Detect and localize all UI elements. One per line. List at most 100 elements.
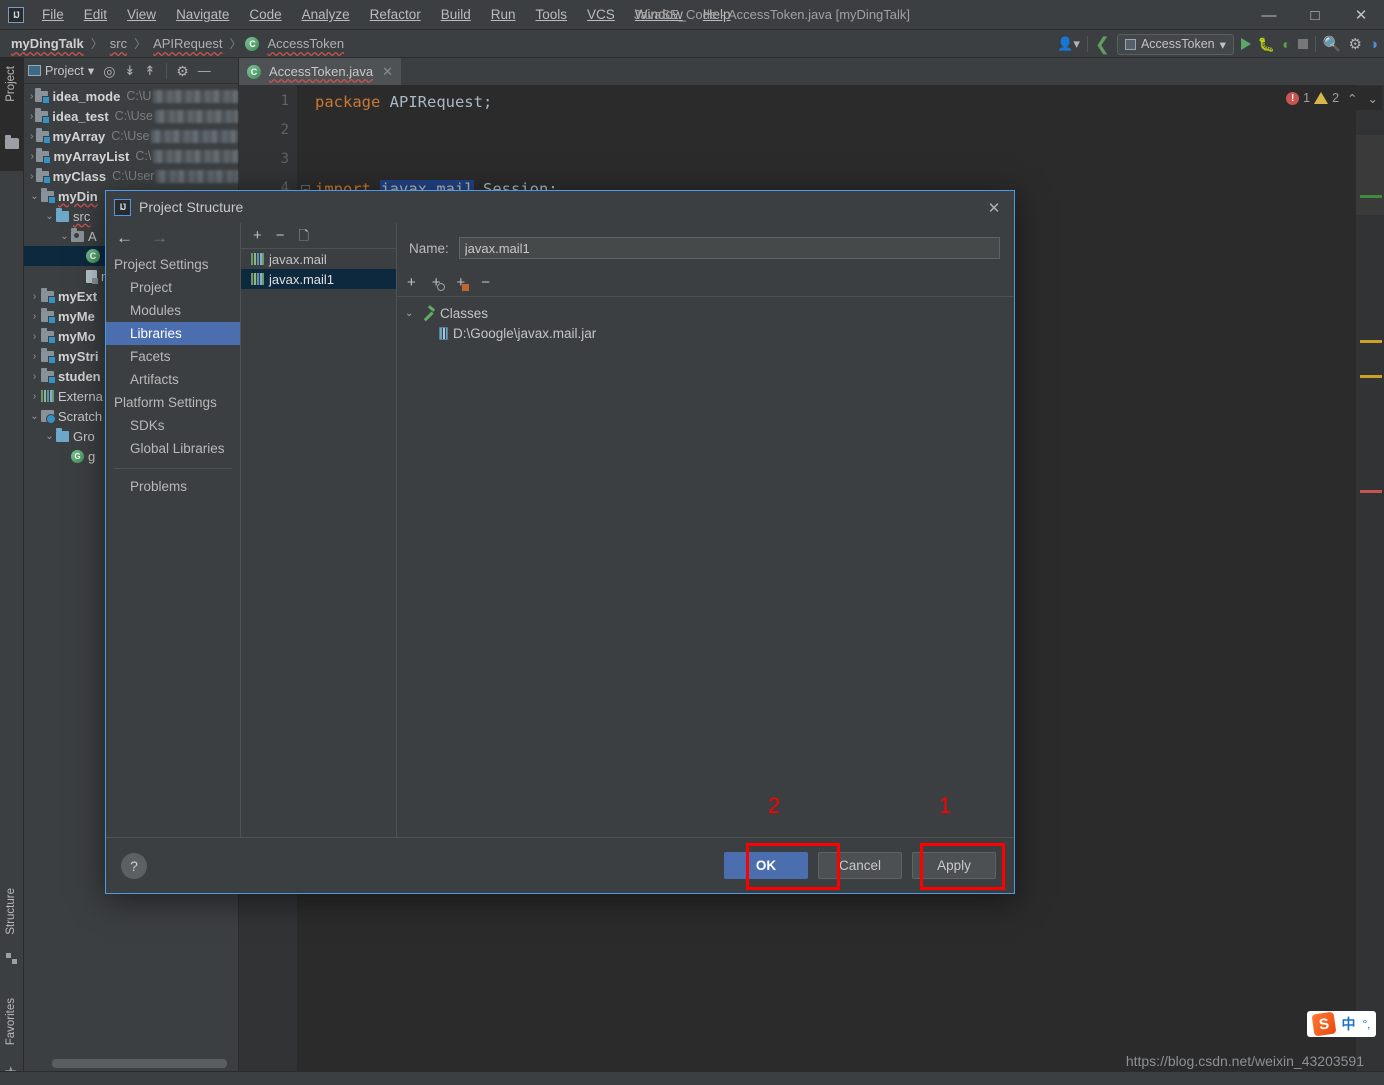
tree-expand-arrow[interactable]: › xyxy=(28,331,41,342)
ime-punctuation-icon[interactable]: °‚ xyxy=(1363,1017,1370,1031)
breadcrumb-project[interactable]: myDingTalk xyxy=(8,36,87,51)
project-tree-row[interactable]: › myArray C:\Use xyxy=(24,126,238,146)
nav-item-artifacts[interactable]: Artifacts xyxy=(106,368,240,391)
remove-icon[interactable]: − xyxy=(481,275,490,290)
tab-accesstoken-java[interactable]: C AccessToken.java ✕ xyxy=(239,58,401,85)
search-icon[interactable]: 🔍 xyxy=(1323,35,1342,53)
tree-expand-arrow[interactable]: ⌄ xyxy=(28,411,41,422)
tree-node-jar[interactable]: D:\Google\javax.mail.jar xyxy=(397,323,1014,343)
nav-item-modules[interactable]: Modules xyxy=(106,299,240,322)
inspection-marker[interactable] xyxy=(1360,340,1382,343)
library-name-input[interactable] xyxy=(458,237,1000,259)
nav-item-libraries[interactable]: Libraries xyxy=(106,322,240,345)
back-arrow-icon[interactable]: ❮ xyxy=(1095,34,1110,55)
error-stripe[interactable] xyxy=(1356,85,1384,1071)
gear-icon[interactable]: ⚙ xyxy=(176,64,189,78)
tree-expand-arrow[interactable]: › xyxy=(28,91,35,102)
library-roots-tree[interactable]: ⌄ Classes D:\Google\javax.mail.jar xyxy=(397,297,1014,343)
tree-expand-arrow[interactable]: › xyxy=(28,371,41,382)
tree-expand-arrow[interactable]: ⌄ xyxy=(43,431,56,442)
ime-mode-label[interactable]: 中 xyxy=(1342,1014,1356,1034)
run-icon[interactable] xyxy=(1240,38,1251,50)
add-icon[interactable]: + xyxy=(407,275,416,290)
gear-icon[interactable]: ⚙ xyxy=(1348,35,1361,53)
menu-file[interactable]: File xyxy=(32,3,74,26)
menu-analyze[interactable]: Analyze xyxy=(292,3,360,26)
collapse-all-icon[interactable]: ↟ xyxy=(144,64,155,77)
tree-expand-arrow[interactable]: › xyxy=(28,391,41,402)
prev-problem-icon[interactable]: ⌃ xyxy=(1347,91,1357,106)
inspection-summary[interactable]: ! 1 2 ⌃ ⌄ xyxy=(1282,86,1382,110)
run-config-selector[interactable]: AccessToken ▾ xyxy=(1116,33,1234,55)
hide-icon[interactable]: — xyxy=(198,64,211,77)
library-list-item-selected[interactable]: javax.mail1 xyxy=(241,269,396,289)
project-horizontal-scrollbar[interactable] xyxy=(52,1059,227,1068)
next-problem-icon[interactable]: ⌄ xyxy=(1368,91,1378,106)
help-icon[interactable]: ◑ xyxy=(1369,36,1378,53)
inspection-marker[interactable] xyxy=(1360,375,1382,378)
project-tree-row[interactable]: › idea_mode C:\U xyxy=(24,86,238,106)
tree-expand-arrow[interactable]: ⌄ xyxy=(58,231,71,242)
add-classes-icon[interactable]: + xyxy=(457,275,469,291)
person-dropdown-icon[interactable]: 👤▾ xyxy=(1057,36,1080,52)
expand-all-icon[interactable]: ↡ xyxy=(124,64,135,77)
help-button[interactable]: ? xyxy=(121,852,147,879)
tree-expand-arrow[interactable]: › xyxy=(28,111,35,122)
menu-code[interactable]: Code xyxy=(239,3,291,26)
add-library-icon[interactable]: + xyxy=(253,228,262,243)
add-sources-icon[interactable]: + xyxy=(432,275,445,291)
tool-window-favorites-label[interactable]: Favorites xyxy=(5,998,17,1045)
tree-expand-arrow[interactable]: › xyxy=(28,291,41,302)
tree-expand-arrow[interactable]: › xyxy=(28,311,41,322)
project-tree-row[interactable]: › myClass C:\User xyxy=(24,166,238,186)
stop-icon[interactable] xyxy=(1297,39,1308,49)
menu-refactor[interactable]: Refactor xyxy=(360,3,431,26)
nav-item-problems[interactable]: Problems xyxy=(106,475,240,498)
nav-item-global-libraries[interactable]: Global Libraries xyxy=(106,437,240,460)
menu-view[interactable]: View xyxy=(117,3,166,26)
chevron-down-icon[interactable]: ⌄ xyxy=(405,308,417,319)
menu-build[interactable]: Build xyxy=(431,3,481,26)
inspection-marker[interactable] xyxy=(1360,490,1382,493)
menu-run[interactable]: Run xyxy=(481,3,526,26)
breadcrumb-src[interactable]: src xyxy=(107,36,130,51)
nav-item-facets[interactable]: Facets xyxy=(106,345,240,368)
library-list-item[interactable]: javax.mail xyxy=(241,249,396,269)
code-line[interactable]: package APIRequest; xyxy=(315,93,492,111)
menu-navigate[interactable]: Navigate xyxy=(166,3,239,26)
tree-expand-arrow[interactable]: ⌄ xyxy=(28,191,41,202)
inspection-marker[interactable] xyxy=(1360,195,1382,198)
minimize-button[interactable]: — xyxy=(1246,0,1292,30)
editor-scrollbar-thumb[interactable] xyxy=(1356,135,1384,215)
remove-library-icon[interactable]: − xyxy=(276,228,285,243)
coverage-icon[interactable]: ◐ xyxy=(1282,36,1290,52)
breadcrumb-package[interactable]: APIRequest xyxy=(150,36,225,51)
locate-icon[interactable]: ◎ xyxy=(103,64,115,78)
nav-item-project[interactable]: Project xyxy=(106,276,240,299)
tree-expand-arrow[interactable]: › xyxy=(28,131,36,142)
menu-edit[interactable]: Edit xyxy=(74,3,117,26)
back-arrow-icon[interactable]: ← xyxy=(116,228,133,248)
project-panel-title[interactable]: Project ▾ xyxy=(28,63,94,78)
tree-expand-arrow[interactable]: › xyxy=(28,151,36,162)
tree-expand-arrow[interactable]: › xyxy=(28,171,36,182)
maximize-button[interactable]: □ xyxy=(1292,0,1338,30)
close-window-button[interactable]: ✕ xyxy=(1338,0,1384,30)
tool-window-project-label[interactable]: Project xyxy=(5,66,17,102)
structure-icon[interactable] xyxy=(6,953,18,965)
close-tab-icon[interactable]: ✕ xyxy=(382,64,393,80)
project-tree-row[interactable]: › myArrayList C:\ xyxy=(24,146,238,166)
debug-icon[interactable]: 🐛 xyxy=(1258,36,1275,53)
tool-window-structure-label[interactable]: Structure xyxy=(5,888,17,935)
ime-indicator[interactable]: S 中 °‚ xyxy=(1306,1011,1376,1037)
copy-library-icon[interactable]: 🗋 xyxy=(299,229,309,242)
folder-icon[interactable] xyxy=(5,135,19,149)
nav-item-sdks[interactable]: SDKs xyxy=(106,414,240,437)
tree-expand-arrow[interactable]: › xyxy=(28,351,41,362)
project-tree-row[interactable]: › idea_test C:\Use xyxy=(24,106,238,126)
menu-tools[interactable]: Tools xyxy=(526,3,578,26)
breadcrumb-class[interactable]: AccessToken xyxy=(264,36,347,51)
tree-expand-arrow[interactable]: ⌄ xyxy=(43,211,56,222)
menu-vcs[interactable]: VCS xyxy=(577,3,625,26)
tree-node-classes[interactable]: ⌄ Classes xyxy=(397,303,1014,323)
